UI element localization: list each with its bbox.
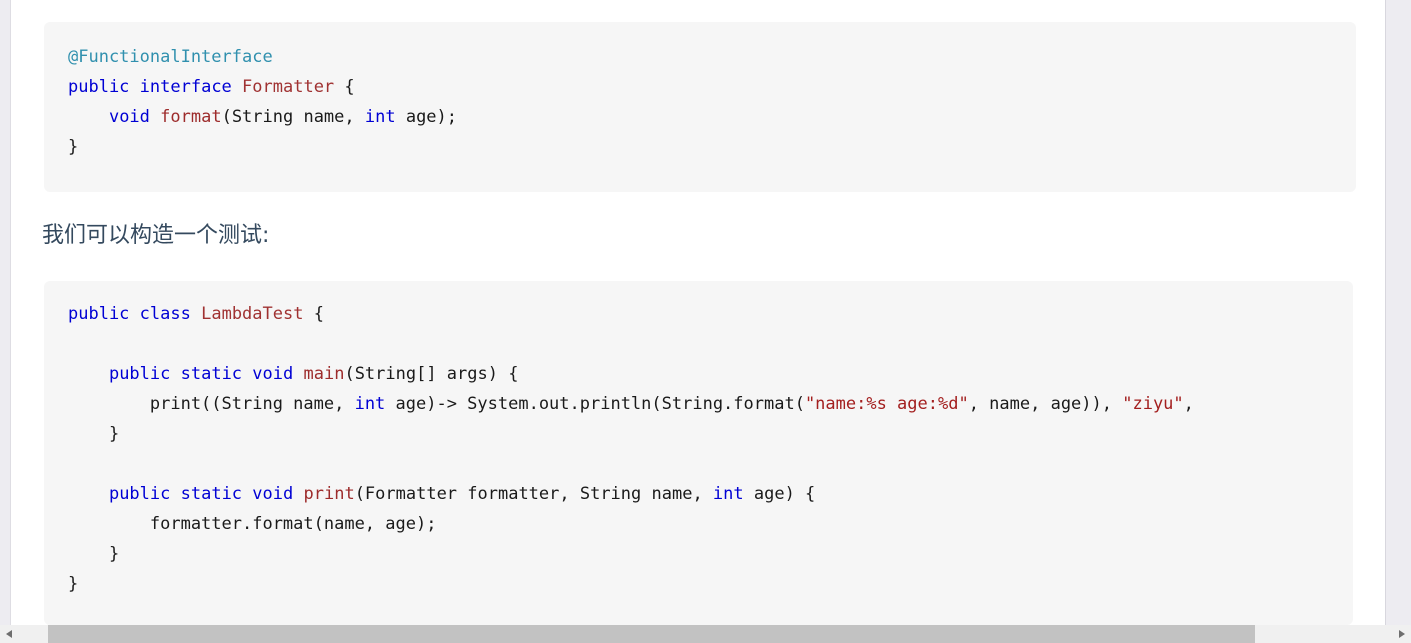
code-token: age); xyxy=(395,107,458,127)
code-token: interface xyxy=(139,77,232,97)
code-token: print((String name, xyxy=(68,394,355,414)
code-token: } xyxy=(68,574,79,594)
code-text-lambda-test: public class LambdaTest { public static … xyxy=(44,281,1353,599)
code-token: Formatter xyxy=(242,77,335,97)
code-token: class xyxy=(139,304,191,324)
code-token: int xyxy=(364,107,396,127)
triangle-left-icon[interactable] xyxy=(0,625,18,643)
code-token: (Formatter formatter, String name, xyxy=(354,484,713,504)
horizontal-scrollbar[interactable] xyxy=(0,625,1411,643)
code-token: age)-> System.out.println(String.format( xyxy=(385,394,805,414)
code-token: void xyxy=(252,364,294,384)
code-token: static xyxy=(180,364,243,384)
scrollbar-track[interactable] xyxy=(18,625,1393,643)
code-token: age) { xyxy=(743,484,816,504)
article-content-area: @FunctionalInterface public interface Fo… xyxy=(12,0,1385,625)
code-token: LambdaTest xyxy=(201,304,304,324)
code-token: @FunctionalInterface xyxy=(68,47,273,67)
code-token: "name:%s age:%d" xyxy=(804,394,969,414)
code-token: public xyxy=(108,364,171,384)
code-token: (String[] args) { xyxy=(344,364,519,384)
page-gutter-left xyxy=(0,0,11,625)
code-token: public xyxy=(68,304,130,324)
code-block-lambda-test: public class LambdaTest { public static … xyxy=(44,281,1353,625)
code-token: int xyxy=(712,484,744,504)
code-block-functional-interface: @FunctionalInterface public interface Fo… xyxy=(44,22,1356,192)
code-token: int xyxy=(354,394,386,414)
code-token: (String name, xyxy=(221,107,365,127)
code-token: { xyxy=(334,77,355,97)
code-token: } xyxy=(68,424,120,444)
code-token: main xyxy=(303,364,345,384)
code-token: } xyxy=(68,544,120,564)
page-gutter-right xyxy=(1385,0,1411,625)
code-token: formatter.format(name, age); xyxy=(68,514,437,534)
scrollbar-thumb[interactable] xyxy=(48,625,1255,643)
paragraph-we-can-build-a-test: 我们可以构造一个测试: xyxy=(42,223,270,248)
code-token: void xyxy=(108,107,150,127)
code-token: , name, age)), xyxy=(968,394,1123,414)
code-token: public xyxy=(68,77,130,97)
code-token: print xyxy=(303,484,355,504)
code-token: { xyxy=(303,304,324,324)
code-token: void xyxy=(252,484,294,504)
code-token: , xyxy=(1183,394,1194,414)
code-token: "ziyu" xyxy=(1122,394,1184,414)
code-token: } xyxy=(68,137,79,157)
code-token: public xyxy=(108,484,171,504)
code-token: static xyxy=(180,484,243,504)
code-token: format xyxy=(160,107,222,127)
code-text-functional-interface: @FunctionalInterface public interface Fo… xyxy=(44,22,1356,162)
triangle-right-icon[interactable] xyxy=(1393,625,1411,643)
